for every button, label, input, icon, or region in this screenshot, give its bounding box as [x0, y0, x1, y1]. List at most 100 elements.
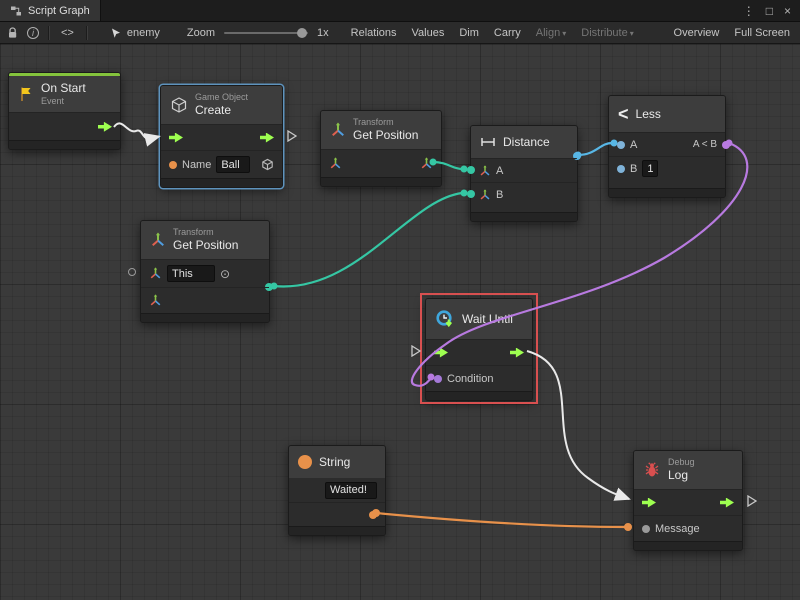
toolbar-separator — [86, 26, 87, 40]
result-label: A < B — [693, 139, 717, 150]
port-label: A — [630, 139, 637, 151]
node-header: < Less — [609, 96, 725, 132]
less-output-port[interactable] — [722, 141, 730, 149]
node-category: Debug — [668, 457, 695, 468]
values-button[interactable]: Values — [409, 26, 448, 40]
zoom-label: Zoom — [187, 27, 215, 39]
maximize-icon[interactable]: □ — [766, 0, 773, 22]
overview-button[interactable]: Overview — [671, 26, 723, 40]
node-category: Transform — [173, 227, 238, 238]
node-footer — [9, 140, 120, 149]
node-get-position-bottom[interactable]: Transform Get Position ⊙ — [140, 220, 270, 323]
toolbar-separator — [48, 26, 49, 40]
vector-b-icon[interactable] — [479, 189, 491, 201]
relations-button[interactable]: Relations — [348, 26, 400, 40]
port-label: A — [496, 165, 503, 177]
lock-icon[interactable] — [7, 27, 18, 39]
transform-input-port[interactable] — [329, 157, 342, 170]
node-title: On Start — [41, 81, 86, 96]
b-value-field[interactable] — [642, 160, 658, 177]
bug-icon — [643, 462, 661, 478]
wire-getposition-to-distance-b[interactable] — [274, 193, 462, 286]
align-label: Align — [536, 27, 560, 39]
zoom-handle[interactable] — [297, 28, 307, 38]
node-header: Game Object Create — [161, 86, 282, 124]
node-header: Transform Get Position — [321, 111, 441, 149]
close-icon[interactable]: × — [784, 0, 791, 22]
node-header: Debug Log — [634, 451, 742, 489]
chevron-down-icon: ▾ — [630, 29, 634, 38]
chevron-down-icon: ▾ — [562, 29, 566, 38]
node-header: On Start Event — [9, 76, 120, 112]
condition-input-port[interactable] — [434, 375, 442, 383]
machine-name: enemy — [127, 27, 160, 39]
graph-canvas[interactable]: On Start Event Game Object Create — [0, 44, 800, 600]
name-input-port[interactable] — [169, 161, 177, 169]
less-icon: < — [618, 105, 629, 123]
fullscreen-button[interactable]: Full Screen — [731, 26, 793, 40]
wire-distance-to-less-a[interactable] — [578, 143, 612, 155]
node-title: Less — [636, 107, 661, 122]
distribute-button[interactable]: Distribute▾ — [578, 26, 636, 40]
node-title: Get Position — [353, 128, 418, 143]
machine-selector[interactable]: enemy — [110, 27, 160, 39]
flow-output-port[interactable] — [260, 133, 274, 143]
this-target-field[interactable] — [167, 265, 215, 282]
flow-output-port[interactable] — [98, 122, 112, 132]
node-distance[interactable]: Distance A B — [470, 125, 578, 222]
zoom-slider[interactable] — [224, 32, 308, 34]
less-a-input-port[interactable] — [617, 141, 625, 149]
align-button[interactable]: Align▾ — [533, 26, 569, 40]
node-footer — [471, 212, 577, 221]
game-object-output-port[interactable] — [261, 158, 274, 171]
edit-code-button[interactable]: <> — [58, 26, 77, 40]
unconnected-input-port[interactable] — [128, 268, 136, 276]
node-on-start-event[interactable]: On Start Event — [8, 72, 121, 150]
string-icon — [298, 455, 312, 469]
node-string-literal[interactable]: String — [288, 445, 386, 536]
tab-label: Script Graph — [28, 5, 90, 17]
node-wait-until[interactable]: Wait Until Condition — [425, 298, 533, 401]
cursor-icon — [110, 27, 122, 39]
dim-button[interactable]: Dim — [456, 26, 482, 40]
info-icon[interactable]: i — [27, 27, 39, 39]
node-footer — [321, 177, 441, 186]
name-value-field[interactable] — [216, 156, 250, 173]
message-input-port[interactable] — [642, 525, 650, 533]
vector-a-icon[interactable] — [479, 165, 491, 177]
flow-output-port[interactable] — [510, 348, 524, 358]
object-picker-icon[interactable]: ⊙ — [220, 267, 230, 281]
node-title: Create — [195, 103, 248, 118]
string-value-field[interactable] — [325, 482, 377, 499]
node-header: String — [289, 446, 385, 478]
vector-output-port[interactable] — [149, 294, 162, 307]
node-create-game-object[interactable]: Game Object Create Name — [160, 85, 283, 188]
wire-string-to-message[interactable] — [376, 513, 626, 527]
tab-script-graph[interactable]: Script Graph — [0, 0, 101, 21]
flow-output-port[interactable] — [720, 498, 734, 508]
window-titlebar: Script Graph ⋮ □ × — [0, 0, 800, 22]
transform-icon — [150, 232, 166, 248]
flow-port-hint — [287, 130, 297, 142]
node-footer — [141, 313, 269, 322]
node-title: Wait Until — [462, 312, 513, 327]
node-title: Distance — [503, 135, 550, 150]
node-debug-log[interactable]: Debug Log Message — [633, 450, 743, 551]
ruler-icon — [480, 135, 496, 149]
less-b-input-port[interactable] — [617, 165, 625, 173]
string-output-port[interactable] — [369, 511, 377, 519]
flag-icon — [18, 86, 34, 102]
window-menu-icon[interactable]: ⋮ — [743, 0, 755, 22]
flow-input-port[interactable] — [169, 133, 183, 143]
node-get-position-top[interactable]: Transform Get Position — [320, 110, 442, 187]
node-less[interactable]: < Less A A < B B — [608, 95, 726, 198]
flow-input-port[interactable] — [434, 348, 448, 358]
port-label: Message — [655, 523, 700, 535]
port-label: B — [630, 163, 637, 175]
node-footer — [161, 178, 282, 187]
vector-output-port[interactable] — [420, 157, 433, 170]
transform-input-port[interactable] — [149, 267, 162, 280]
carry-button[interactable]: Carry — [491, 26, 524, 40]
flow-input-port[interactable] — [642, 498, 656, 508]
wire-waituntil-to-debuglog[interactable] — [527, 351, 629, 499]
